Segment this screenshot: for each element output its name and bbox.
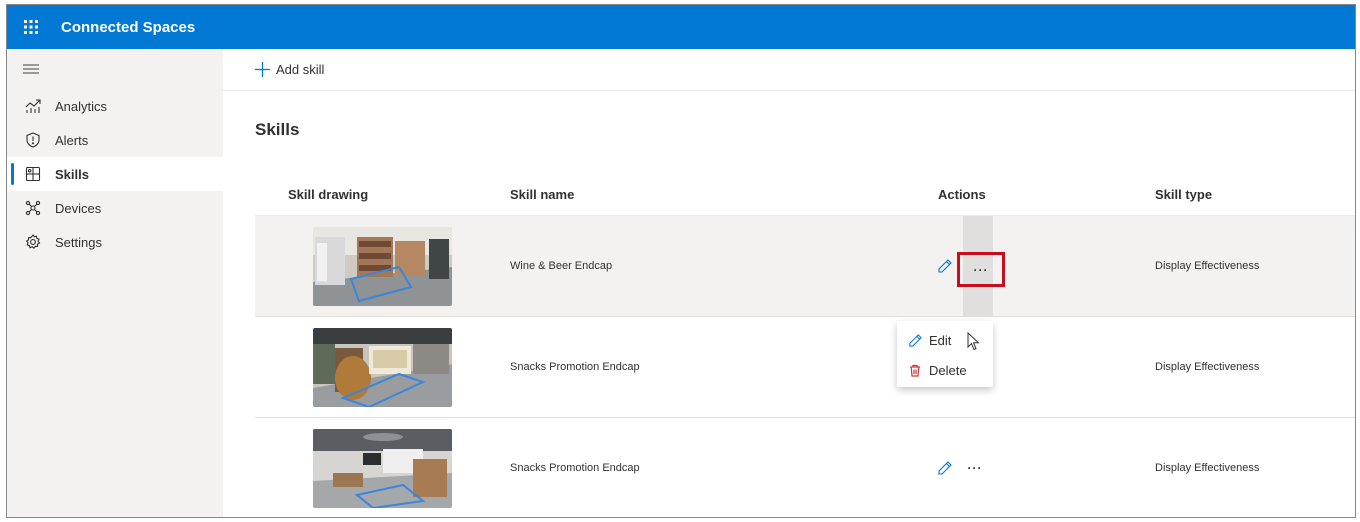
hamburger-menu-icon[interactable] <box>7 49 223 89</box>
sidebar-item-label: Skills <box>55 166 89 182</box>
skill-drawing-thumbnail[interactable] <box>313 327 452 407</box>
sidebar-item-devices[interactable]: Devices <box>7 191 223 225</box>
column-header-actions[interactable]: Actions <box>938 187 986 202</box>
add-skill-button[interactable]: Add skill <box>255 62 324 77</box>
shield-icon <box>25 132 41 148</box>
menu-item-delete[interactable]: Delete <box>897 355 993 385</box>
column-header-skill-drawing[interactable]: Skill drawing <box>288 187 368 202</box>
column-header-skill-name[interactable]: Skill name <box>510 187 574 202</box>
edit-icon[interactable] <box>935 256 955 276</box>
sidebar-item-label: Alerts <box>55 132 89 148</box>
table-row[interactable]: Wine & Beer Endcap ··· Display Effective… <box>255 216 1355 317</box>
sidebar-item-settings[interactable]: Settings <box>7 225 223 259</box>
menu-item-label: Edit <box>929 332 952 348</box>
more-options-button[interactable]: ··· <box>957 252 1005 287</box>
sidebar-item-alerts[interactable]: Alerts <box>7 123 223 157</box>
table-row[interactable]: Snacks Promotion Endcap Display Effectiv… <box>255 317 1355 418</box>
column-header-skill-type[interactable]: Skill type <box>1155 187 1212 202</box>
menu-item-label: Delete <box>929 362 967 378</box>
skill-type: Display Effectiveness <box>1155 462 1260 474</box>
more-options-icon[interactable]: ··· <box>961 457 989 479</box>
skill-type: Display Effectiveness <box>1155 260 1260 272</box>
sidebar-item-label: Analytics <box>55 98 108 114</box>
more-options-icon: ··· <box>973 262 989 277</box>
top-bar: Connected Spaces <box>7 5 1355 49</box>
main-content: Add skill Skills Skill drawing Skill nam… <box>223 49 1355 517</box>
sidebar-item-skills[interactable]: Skills <box>7 157 223 191</box>
sidebar-item-analytics[interactable]: Analytics <box>7 89 223 123</box>
add-skill-label: Add skill <box>276 62 325 77</box>
devices-icon <box>25 200 41 216</box>
edit-icon[interactable] <box>935 458 955 478</box>
app-title: Connected Spaces <box>61 18 196 36</box>
row-actions <box>935 256 955 276</box>
skills-table: Skill drawing Skill name Actions Skill t… <box>255 174 1355 517</box>
table-row[interactable]: Snacks Promotion Endcap ··· Display Effe… <box>255 418 1355 517</box>
skill-name: Snacks Promotion Endcap <box>510 361 640 373</box>
page-title: Skills <box>255 120 300 139</box>
skill-name: Wine & Beer Endcap <box>510 260 613 272</box>
sidebar-item-label: Devices <box>55 200 102 216</box>
command-bar: Add skill <box>223 49 1355 91</box>
pencil-icon <box>907 332 923 348</box>
app-window: Connected Spaces Analytics Alerts Skills <box>6 4 1356 518</box>
skill-drawing-thumbnail[interactable] <box>313 428 452 508</box>
table-header: Skill drawing Skill name Actions Skill t… <box>255 174 1355 216</box>
app-launcher-icon[interactable] <box>7 5 55 49</box>
skill-type: Display Effectiveness <box>1155 361 1260 373</box>
mouse-cursor-icon <box>967 331 981 357</box>
analytics-icon <box>25 98 41 114</box>
gear-icon <box>25 234 41 250</box>
sidebar: Analytics Alerts Skills Devices Settings <box>7 49 223 517</box>
sidebar-item-label: Settings <box>55 234 102 250</box>
plus-icon <box>255 62 270 77</box>
row-actions: ··· <box>935 457 989 479</box>
trash-icon <box>907 362 923 378</box>
skill-name: Snacks Promotion Endcap <box>510 462 640 474</box>
skill-drawing-thumbnail[interactable] <box>313 226 452 306</box>
skills-icon <box>25 166 41 182</box>
